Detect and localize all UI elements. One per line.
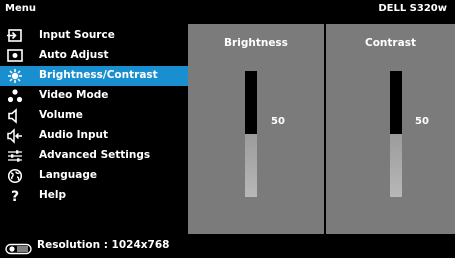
advanced-settings-icon	[6, 148, 24, 164]
top-bar: Menu DELL S320w	[0, 0, 455, 18]
resolution-label: Resolution : 1024x768	[37, 239, 170, 251]
input-source-icon	[6, 28, 24, 44]
menu-item-input-source[interactable]: Input Source	[0, 26, 188, 46]
menu-item-label: Auto Adjust	[39, 49, 109, 61]
brightness-slider[interactable]	[245, 71, 257, 197]
contrast-title: Contrast	[365, 37, 416, 49]
menu-item-label: Language	[39, 169, 97, 181]
contrast-slider-fill	[390, 71, 402, 134]
menu-item-label: Advanced Settings	[39, 149, 151, 161]
model-name: DELL S320w	[378, 3, 447, 14]
menu-item-video-mode[interactable]: Video Mode	[0, 86, 188, 106]
brightness-value: 50	[271, 116, 285, 127]
brightness-slider-fill	[245, 71, 257, 134]
menu-item-volume[interactable]: Volume	[0, 106, 188, 126]
volume-icon	[6, 108, 24, 124]
menu-item-advanced-settings[interactable]: Advanced Settings	[0, 146, 188, 166]
menu-item-audio-input[interactable]: Audio Input	[0, 126, 188, 146]
video-mode-icon	[6, 88, 24, 104]
menu-title: Menu	[5, 3, 36, 14]
brightness-panel: Brightness 50	[188, 24, 324, 234]
menu-item-language[interactable]: Language	[0, 166, 188, 186]
osd-menu: Input Source Auto Adjust Brightness/Cont…	[0, 24, 188, 234]
auto-adjust-icon	[6, 48, 24, 64]
menu-item-label: Brightness/Contrast	[39, 69, 158, 81]
menu-item-label: Audio Input	[39, 129, 108, 141]
menu-item-label: Video Mode	[39, 89, 109, 101]
menu-item-auto-adjust[interactable]: Auto Adjust	[0, 46, 188, 66]
menu-item-label: Input Source	[39, 29, 115, 41]
menu-item-brightness-contrast[interactable]: Brightness/Contrast	[0, 66, 188, 86]
audio-input-icon	[6, 128, 24, 144]
brightness-icon	[6, 68, 24, 84]
status-bar: Resolution : 1024x768	[0, 234, 455, 258]
contrast-value: 50	[415, 116, 429, 127]
contrast-panel: Contrast 50	[326, 24, 455, 234]
svg-text:?: ?	[11, 189, 19, 204]
brightness-title: Brightness	[224, 37, 288, 49]
language-icon	[6, 168, 24, 184]
help-icon: ?	[6, 188, 24, 205]
contrast-slider[interactable]	[390, 71, 402, 197]
projector-icon	[5, 240, 33, 255]
menu-item-label: Help	[39, 189, 67, 201]
menu-item-label: Volume	[39, 109, 83, 121]
menu-item-help[interactable]: ? Help	[0, 186, 188, 206]
